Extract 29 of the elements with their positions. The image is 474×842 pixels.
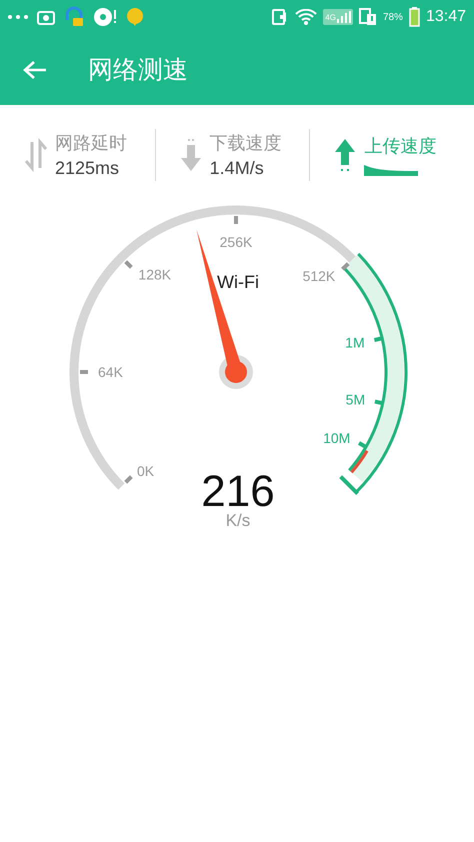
- clock-time: 13:47: [426, 8, 466, 26]
- sim-card-icon: [358, 8, 377, 26]
- signal-icon: [336, 11, 351, 23]
- metric-tab[interactable]: 下载速度 1.4M/s: [180, 131, 310, 179]
- speed-unit: K/s: [226, 511, 250, 530]
- scale-label: 512K: [302, 268, 336, 284]
- camera-icon: [36, 8, 56, 26]
- more-icon: [8, 15, 28, 19]
- scale-label: 128K: [138, 266, 172, 282]
- scale-label: 10M: [323, 430, 350, 446]
- wifi-icon: [295, 9, 318, 25]
- battery-percent: 78%: [382, 12, 403, 22]
- scale-label: 64K: [98, 364, 123, 380]
- battery-icon: [408, 7, 420, 27]
- page-title: 网络测速: [88, 55, 188, 86]
- disc-icon: [92, 6, 118, 28]
- scale-label: 0K: [137, 463, 154, 479]
- download-arrow-icon: [180, 137, 202, 173]
- chat-bubble-icon: [126, 7, 144, 27]
- scale-label: 256K: [220, 234, 252, 250]
- network-type: 4G: [325, 12, 336, 22]
- headset-icon: [64, 6, 84, 28]
- scale-label: 1M: [345, 334, 365, 350]
- back-button[interactable]: [22, 58, 48, 80]
- upload-arrow-icon: [334, 137, 356, 173]
- upload-sparkline: [364, 164, 418, 176]
- network-label: Wi-Fi: [217, 272, 259, 292]
- metric-tab[interactable]: 网路延时 2125ms: [25, 131, 155, 179]
- scale-label: 5M: [346, 391, 366, 408]
